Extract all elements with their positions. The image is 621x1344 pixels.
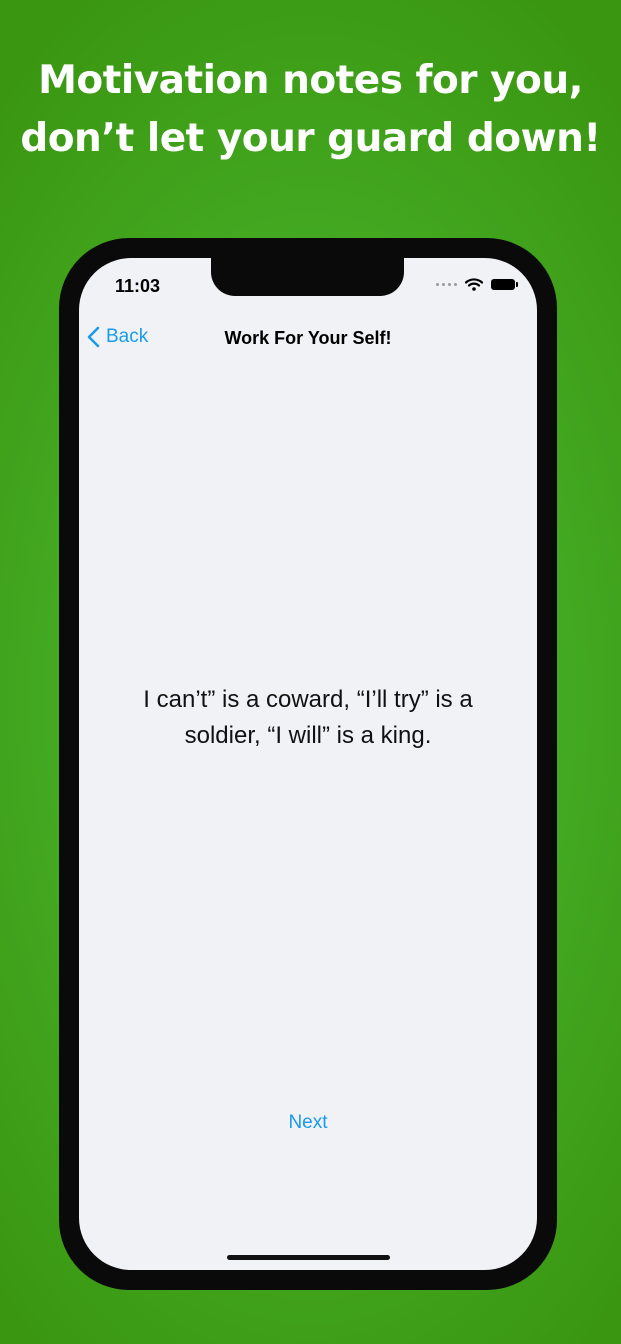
status-icons [436,278,518,291]
promo-headline-line-1: Motivation notes for you, [38,58,583,103]
cellular-dots-icon [436,283,457,286]
status-time: 11:03 [115,276,161,296]
battery-icon [491,279,518,290]
nav-title: Work For Your Self! [224,328,392,348]
wifi-icon [465,278,483,291]
promo-headline: Motivation notes for you, don’t let your… [0,52,621,168]
home-indicator[interactable] [227,1255,390,1260]
phone-notch [211,258,404,296]
promo-headline-line-2: don’t let your guard down! [20,116,601,161]
next-button[interactable]: Next [79,1112,537,1134]
motivation-quote: I can’t” is a coward, “I’ll try” is a so… [143,686,473,749]
phone-screen: 11:03 Back Work For Your Self! I can’t” … [79,258,537,1270]
